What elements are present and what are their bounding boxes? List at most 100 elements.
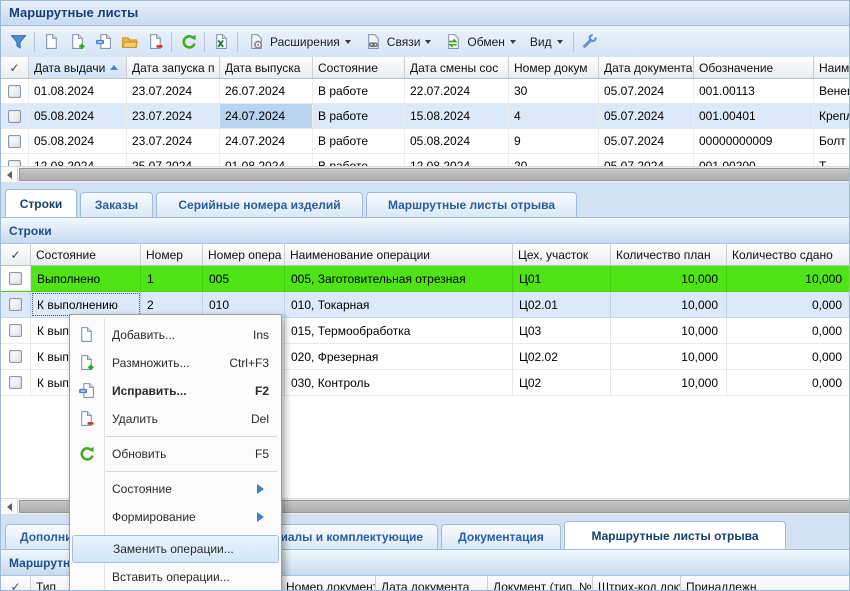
menu-item-replace-operations[interactable]: Заменить операции... <box>72 535 279 563</box>
select-all-header[interactable]: ✓ <box>1 576 31 591</box>
row-checkbox[interactable] <box>1 79 29 103</box>
column-header[interactable]: Обозначение <box>694 57 814 78</box>
tab-lines[interactable]: Строки <box>5 189 77 217</box>
column-header[interactable]: Номер <box>141 244 203 265</box>
column-header[interactable]: Номер документа <box>281 576 376 591</box>
table-row[interactable]: 05.08.2024 23.07.2024 24.07.2024 В работ… <box>1 129 850 154</box>
column-header[interactable]: Дата запуска п <box>127 57 220 78</box>
cell: 10,000 <box>611 292 727 317</box>
shortcut-label: Del <box>251 412 269 426</box>
column-header[interactable]: Дата документа <box>599 57 694 78</box>
column-header[interactable]: Количество план <box>611 244 727 265</box>
chevron-down-icon <box>345 40 351 47</box>
row-checkbox[interactable] <box>1 266 31 291</box>
table-row-selected[interactable]: 05.08.2024 23.07.2024 24.07.2024 В работ… <box>1 104 850 129</box>
filter-button[interactable] <box>5 30 31 54</box>
edit-document-icon <box>95 33 112 50</box>
tab-orders[interactable]: Заказы <box>80 192 153 217</box>
checkbox-icon <box>8 135 21 148</box>
row-checkbox[interactable] <box>1 344 31 369</box>
column-header[interactable]: Документ (тип, №, дата) <box>488 576 593 591</box>
tab-serial-numbers[interactable]: Серийные номера изделий <box>156 192 363 217</box>
cell: 05.07.2024 <box>599 79 694 103</box>
view-menu-button[interactable]: Вид <box>523 30 570 54</box>
column-header[interactable]: Номер докум <box>509 57 599 78</box>
menu-item-refresh[interactable]: Обновить F5 <box>70 440 281 468</box>
menu-item-add[interactable]: Добавить... Ins <box>70 321 281 349</box>
cell: 10,000 <box>611 318 727 343</box>
select-all-header[interactable]: ✓ <box>1 244 31 265</box>
row-checkbox[interactable] <box>1 318 31 343</box>
column-header[interactable]: Дата выдачи <box>29 57 127 78</box>
shortcut-label: F5 <box>255 447 269 461</box>
checkbox-icon <box>8 110 21 123</box>
cell: 10,000 <box>611 370 727 395</box>
tab-tearoff-route-sheets[interactable]: Маршрутные листы отрыва <box>366 192 577 217</box>
column-header[interactable]: Дата смены сос <box>405 57 509 78</box>
menu-item-delete[interactable]: Удалить Del <box>70 405 281 433</box>
cell: 12.08.2024 <box>29 154 127 166</box>
column-header[interactable]: Номер опера <box>203 244 285 265</box>
select-all-header[interactable]: ✓ <box>1 57 29 78</box>
column-header[interactable]: Количество сдано <box>727 244 850 265</box>
scrollbar-thumb[interactable] <box>19 168 850 181</box>
column-header[interactable]: Цех, участок <box>513 244 611 265</box>
settings-button[interactable] <box>577 30 603 54</box>
row-checkbox[interactable] <box>1 292 31 317</box>
column-header[interactable]: Наимен <box>814 57 850 78</box>
column-header[interactable]: Принадлежн <box>681 576 850 591</box>
column-header[interactable]: Штрих-код докуме <box>593 576 681 591</box>
column-header[interactable]: Состояние <box>31 244 141 265</box>
cell: В работе <box>313 129 405 153</box>
table-row[interactable]: 12.08.2024 25.07.2024 01.08.2024 В работ… <box>1 154 850 166</box>
submenu-arrow-icon <box>257 484 269 494</box>
cell: Крепле <box>814 104 850 128</box>
cell: 9 <box>509 129 599 153</box>
cell: В работе <box>313 154 405 166</box>
scroll-left-button[interactable] <box>1 499 18 514</box>
cell: Ц03 <box>513 318 611 343</box>
delete-document-icon <box>147 33 164 50</box>
duplicate-button[interactable] <box>64 30 90 54</box>
row-checkbox[interactable] <box>1 370 31 395</box>
menu-item-duplicate[interactable]: Размножить... Ctrl+F3 <box>70 349 281 377</box>
extensions-menu-label: Расширения <box>270 35 340 49</box>
refresh-button[interactable] <box>175 30 201 54</box>
tab-tearoff-route-sheets-bottom[interactable]: Маршрутные листы отрыва <box>564 521 786 549</box>
menu-item-state[interactable]: Состояние <box>70 475 281 503</box>
column-header[interactable]: Дата выпуска <box>220 57 313 78</box>
row-checkbox[interactable] <box>1 129 29 153</box>
add-button[interactable] <box>38 30 64 54</box>
tab-documentation[interactable]: Документация <box>441 524 561 549</box>
detail-tabs: Строки Заказы Серийные номера изделий Ма… <box>1 189 849 217</box>
cell: 10,000 <box>611 344 727 369</box>
cell: 01.08.2024 <box>29 79 127 103</box>
row-checkbox[interactable] <box>1 154 29 166</box>
scroll-left-button[interactable] <box>1 167 18 182</box>
table-row-done[interactable]: Выполнено 1 005 005, Заготовительная отр… <box>1 266 850 292</box>
column-header[interactable]: Состояние <box>313 57 405 78</box>
check-icon: ✓ <box>10 248 20 262</box>
row-checkbox[interactable] <box>1 104 29 128</box>
delete-button[interactable] <box>142 30 168 54</box>
links-menu-label: Связи <box>387 35 421 49</box>
column-header[interactable]: Дата документа <box>376 576 488 591</box>
checkbox-icon <box>9 272 22 285</box>
menu-item-edit[interactable]: Исправить... F2 <box>70 377 281 405</box>
toolbar-separator <box>171 32 172 52</box>
filter-icon <box>10 33 27 50</box>
exchange-menu-button[interactable]: Обмен <box>438 30 523 54</box>
open-button[interactable] <box>116 30 142 54</box>
edit-button[interactable] <box>90 30 116 54</box>
extensions-menu-button[interactable]: Расширения <box>241 30 358 54</box>
menu-separator <box>106 436 277 437</box>
column-header[interactable]: Наименование операции <box>285 244 513 265</box>
cell: 05.07.2024 <box>599 104 694 128</box>
export-excel-button[interactable] <box>208 30 234 54</box>
top-grid-hscrollbar[interactable] <box>1 166 850 182</box>
links-menu-button[interactable]: Связи <box>358 30 439 54</box>
table-row[interactable]: 01.08.2024 23.07.2024 26.07.2024 В работ… <box>1 79 850 104</box>
cell: Т <box>814 154 850 166</box>
menu-item-insert-operations[interactable]: Вставить операции... <box>70 563 281 591</box>
menu-item-formation[interactable]: Формирование <box>70 503 281 531</box>
